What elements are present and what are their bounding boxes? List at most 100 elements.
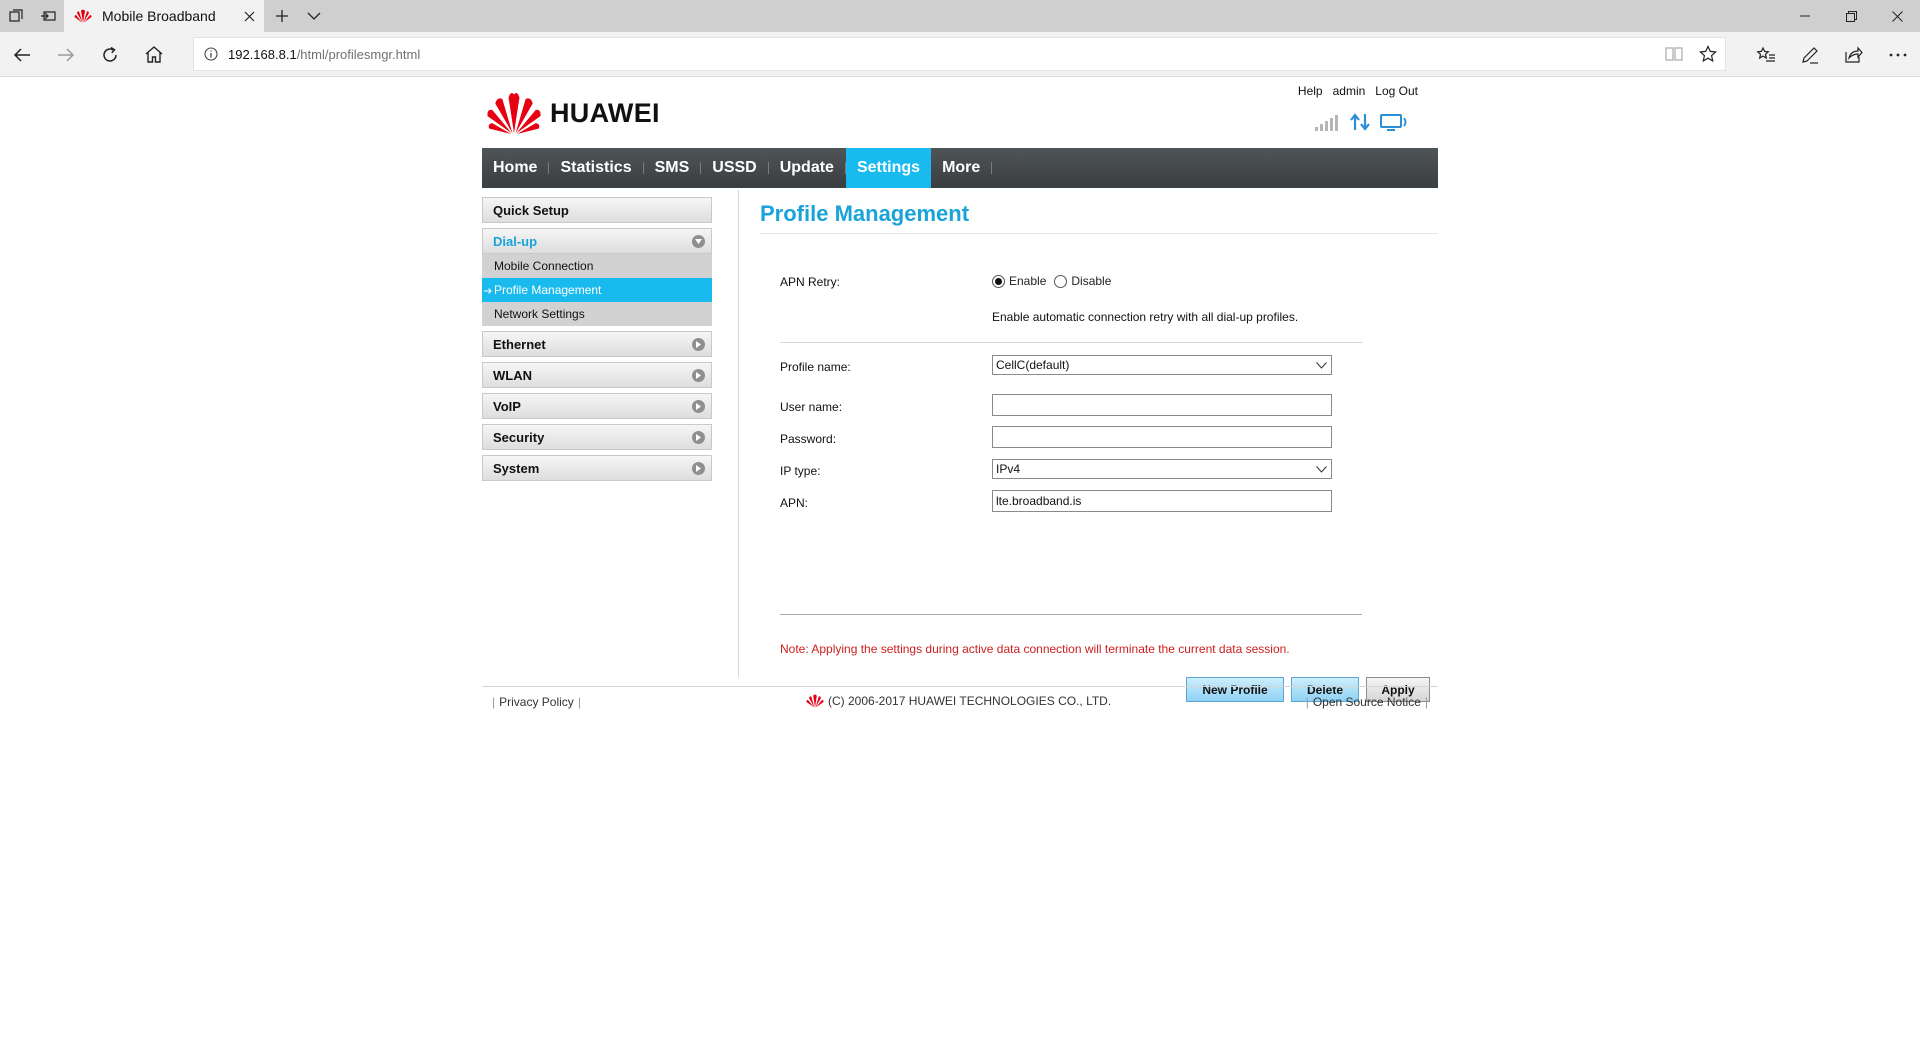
- chevron-down-icon: [1316, 358, 1327, 372]
- sidebar-voip[interactable]: VoIP: [482, 393, 712, 419]
- sidebar-label: Dial-up: [493, 233, 538, 249]
- sidebar-item-network-settings[interactable]: Network Settings: [482, 302, 712, 326]
- page-title: Profile Management: [760, 201, 970, 226]
- sidebar-security[interactable]: Security: [482, 424, 712, 450]
- footer-left: | Privacy Policy |: [492, 695, 581, 709]
- top-links: Help admin Log Out: [1298, 84, 1418, 98]
- dialup-submenu-list: Mobile Connection Profile Management Net…: [482, 254, 712, 326]
- menu-sms[interactable]: SMS: [644, 148, 701, 188]
- status-icons: [1314, 113, 1410, 131]
- browser-tab[interactable]: Mobile Broadband: [64, 0, 264, 32]
- data-transfer-icon: [1350, 113, 1370, 131]
- logout-link[interactable]: Log Out: [1375, 84, 1418, 98]
- close-window-icon[interactable]: [1874, 0, 1920, 32]
- minimize-icon[interactable]: [1782, 0, 1828, 32]
- logo-text: HUAWEI: [550, 97, 660, 128]
- enable-label: Enable: [1009, 274, 1047, 288]
- forward-icon[interactable]: [44, 32, 88, 77]
- profile-management-panel: Profile Management APN Retry: Enable Dis…: [760, 197, 1438, 714]
- more-options-icon[interactable]: [1876, 32, 1920, 77]
- menu-ussd[interactable]: USSD: [701, 148, 767, 188]
- privacy-policy-link[interactable]: Privacy Policy: [499, 695, 574, 709]
- sidebar-quick-setup[interactable]: Quick Setup: [482, 197, 712, 223]
- chevron-right-icon: [692, 430, 705, 444]
- settings-sidebar: Quick Setup Dial-up Mobile Connection Pr…: [482, 197, 712, 486]
- share-icon[interactable]: [1832, 32, 1876, 77]
- user-name-label: User name:: [780, 400, 843, 414]
- profile-name-label: Profile name:: [780, 360, 851, 374]
- sidebar-label: VoIP: [493, 398, 521, 414]
- sidebar-ethernet[interactable]: Ethernet: [482, 331, 712, 357]
- dialup-submenu: Mobile Connection Profile Management Net…: [482, 254, 712, 326]
- sidebar-item-mobile-connection[interactable]: Mobile Connection: [482, 254, 712, 278]
- sidebar-label: Security: [493, 429, 545, 445]
- huawei-logo: HUAWEI: [486, 91, 660, 135]
- sidebar-system[interactable]: System: [482, 455, 712, 481]
- tab-list-icon[interactable]: [0, 0, 32, 32]
- sidebar-item-label: Profile Management: [494, 283, 602, 297]
- content-divider: [738, 190, 739, 677]
- chevron-down-icon: [1316, 462, 1327, 476]
- address-bar[interactable]: 192.168.8.1/html/profilesmgr.html: [193, 37, 1726, 71]
- favorite-star-icon[interactable]: [1691, 38, 1725, 70]
- site-info-icon[interactable]: [194, 38, 228, 70]
- apn-retry-label: APN Retry:: [780, 275, 841, 289]
- user-name-input[interactable]: [992, 394, 1332, 416]
- tab-title: Mobile Broadband: [102, 8, 216, 24]
- browser-tab-bar: Mobile Broadband: [0, 0, 1920, 32]
- close-tab-icon[interactable]: [234, 0, 264, 32]
- signal-strength-icon: [1315, 115, 1338, 131]
- footer-right: | Open Source Notice |: [1305, 695, 1428, 709]
- sidebar-label: Ethernet: [493, 336, 546, 352]
- footer-copyright: (C) 2006-2017 HUAWEI TECHNOLOGIES CO., L…: [806, 694, 1111, 708]
- help-link[interactable]: Help: [1298, 84, 1323, 98]
- huawei-petals-icon: [806, 694, 824, 708]
- menu-update[interactable]: Update: [769, 148, 845, 188]
- menu-more[interactable]: More: [931, 148, 991, 188]
- connected-device-icon: [1380, 114, 1407, 131]
- refresh-icon[interactable]: [88, 32, 132, 77]
- favorites-hub-icon[interactable]: [1744, 32, 1788, 77]
- warning-note: Note: Applying the settings during activ…: [780, 642, 1290, 656]
- copyright-text: (C) 2006-2017 HUAWEI TECHNOLOGIES CO., L…: [828, 694, 1112, 708]
- set-aside-tabs-icon[interactable]: [32, 0, 64, 32]
- apn-label: APN:: [780, 496, 809, 510]
- profile-name-value: CellC(default): [996, 358, 1070, 372]
- menu-separator: [991, 162, 993, 174]
- menu-home[interactable]: Home: [482, 148, 548, 188]
- pen-notes-icon[interactable]: [1788, 32, 1832, 77]
- chevron-down-icon: [692, 234, 705, 248]
- apn-retry-hint: Enable automatic connection retry with a…: [992, 310, 1299, 324]
- password-input[interactable]: [992, 426, 1332, 448]
- user-link[interactable]: admin: [1333, 84, 1366, 98]
- tab-preview-chevron-icon[interactable]: [298, 0, 330, 32]
- arrow-right-icon: [484, 283, 492, 297]
- profile-form: APN Retry: Enable Disable Enable automat…: [760, 234, 1438, 714]
- ip-type-select[interactable]: IPv4: [992, 459, 1332, 479]
- chevron-right-icon: [692, 337, 705, 351]
- huawei-petals-icon: [487, 92, 541, 134]
- menu-settings[interactable]: Settings: [845, 148, 932, 188]
- huawei-favicon-icon: [74, 7, 92, 25]
- profile-name-select[interactable]: CellC(default): [992, 355, 1332, 375]
- apn-retry-disable-radio[interactable]: [1054, 274, 1068, 288]
- password-label: Password:: [780, 432, 837, 446]
- disable-label: Disable: [1071, 274, 1112, 288]
- apn-retry-options: Enable Disable: [992, 274, 1111, 288]
- sidebar-wlan[interactable]: WLAN: [482, 362, 712, 388]
- ip-type-label: IP type:: [780, 464, 821, 478]
- sidebar-item-profile-management[interactable]: Profile Management: [482, 278, 712, 302]
- sidebar-dialup[interactable]: Dial-up: [482, 228, 712, 254]
- back-icon[interactable]: [0, 32, 44, 77]
- menu-statistics[interactable]: Statistics: [549, 148, 642, 188]
- home-icon[interactable]: [132, 32, 176, 77]
- chevron-right-icon: [692, 399, 705, 413]
- restore-icon[interactable]: [1828, 0, 1874, 32]
- reading-view-icon[interactable]: [1657, 38, 1691, 70]
- new-tab-icon[interactable]: [266, 0, 298, 32]
- url-text: 192.168.8.1/html/profilesmgr.html: [228, 46, 421, 62]
- form-divider: [780, 614, 1362, 615]
- apn-retry-enable-radio[interactable]: [992, 274, 1005, 288]
- open-source-notice-link[interactable]: Open Source Notice: [1313, 695, 1421, 709]
- apn-input[interactable]: lte.broadband.is: [992, 490, 1332, 512]
